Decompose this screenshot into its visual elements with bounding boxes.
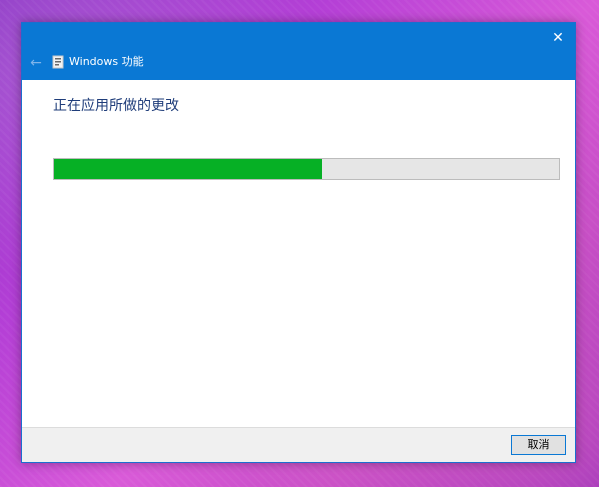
title-bar: ✕ ← Windows 功能 bbox=[22, 23, 575, 80]
status-heading: 正在应用所做的更改 bbox=[53, 98, 179, 114]
back-arrow-icon: ← bbox=[30, 55, 42, 71]
back-button[interactable]: ← bbox=[26, 53, 46, 73]
progress-fill bbox=[54, 159, 322, 179]
close-button[interactable]: ✕ bbox=[543, 25, 573, 51]
close-icon: ✕ bbox=[552, 30, 564, 46]
window-title: Windows 功能 bbox=[69, 55, 144, 68]
windows-features-icon bbox=[52, 55, 64, 69]
windows-features-dialog: ✕ ← Windows 功能 正在应用所做的更改 取消 bbox=[21, 22, 576, 463]
progress-bar bbox=[53, 158, 560, 180]
dialog-footer: 取消 bbox=[22, 427, 575, 462]
dialog-content: 正在应用所做的更改 bbox=[22, 80, 575, 429]
cancel-button[interactable]: 取消 bbox=[511, 435, 566, 455]
